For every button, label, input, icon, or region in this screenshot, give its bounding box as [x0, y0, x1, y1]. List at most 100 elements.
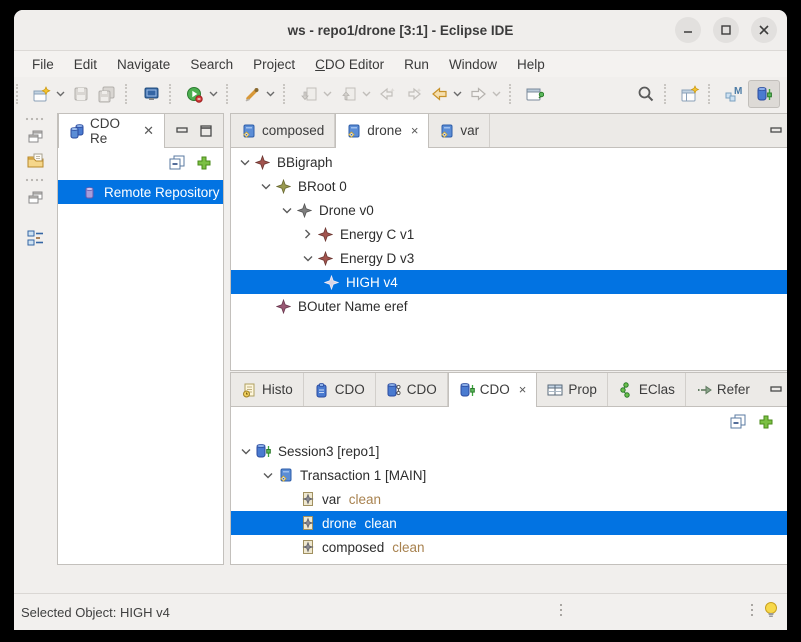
save-all-icon — [98, 86, 116, 103]
tree-item-drone[interactable]: drone clean — [231, 511, 787, 535]
chevron-right-icon[interactable] — [298, 229, 317, 239]
open-perspective-button[interactable] — [678, 82, 702, 106]
tab-composed[interactable]: composed — [231, 114, 335, 147]
forward-button[interactable] — [466, 82, 490, 106]
save-all-button[interactable] — [95, 82, 119, 106]
restore-view-icon[interactable] — [28, 191, 44, 205]
chevron-down-icon[interactable] — [277, 207, 296, 214]
collapse-all-button[interactable] — [168, 154, 186, 172]
resource-state: clean — [349, 492, 381, 507]
repository-icon — [81, 184, 98, 200]
chevron-down-icon[interactable] — [258, 472, 277, 479]
cdo-sessions-perspective-button[interactable] — [748, 80, 780, 108]
tab-var[interactable]: var — [429, 114, 490, 147]
tab-eclass[interactable]: EClas — [608, 373, 686, 406]
new-wizard-dropdown[interactable] — [55, 82, 66, 106]
editor-area: composed drone × var — [230, 113, 787, 371]
menu-project[interactable]: Project — [243, 54, 305, 75]
project-folder-icon[interactable] — [27, 153, 45, 169]
next-edit-location-button[interactable] — [401, 82, 425, 106]
title-bar[interactable]: ws - repo1/drone [3:1] - Eclipse IDE — [14, 10, 787, 51]
modeling-perspective-button[interactable]: M — [722, 82, 746, 106]
tab-cdo-sessions-view[interactable]: CDO × — [448, 373, 538, 407]
tree-item-session3[interactable]: Session3 [repo1] — [231, 439, 787, 463]
new-editor-window-button[interactable] — [523, 82, 547, 106]
repo-view-toolbar — [58, 148, 223, 178]
restore-view-icon[interactable] — [28, 130, 44, 144]
add-repository-button[interactable] — [195, 154, 213, 172]
console-button[interactable] — [139, 82, 163, 106]
tab-properties[interactable]: Prop — [537, 373, 608, 406]
tree-item-composed[interactable]: composed clean — [231, 535, 787, 559]
close-tab-icon[interactable]: × — [411, 123, 419, 138]
chevron-down-icon[interactable] — [236, 448, 255, 455]
chevron-down-icon[interactable] — [298, 255, 317, 262]
export-dropdown[interactable] — [361, 82, 372, 106]
import-dropdown[interactable] — [322, 82, 333, 106]
tree-item-energy-c[interactable]: Energy C v1 — [231, 222, 787, 246]
export-button[interactable] — [336, 82, 360, 106]
save-button[interactable] — [69, 82, 93, 106]
menu-edit[interactable]: Edit — [64, 54, 107, 75]
launch-dropdown[interactable] — [265, 82, 276, 106]
tree-item-energy-d[interactable]: Energy D v3 — [231, 246, 787, 270]
tree-item-remote-repository[interactable]: Remote Repository — [58, 180, 223, 204]
close-tab-icon[interactable]: × — [519, 382, 527, 397]
menu-cdo-editor[interactable]: CDO Editor — [305, 54, 394, 75]
new-wizard-button[interactable] — [30, 82, 54, 106]
chevron-down-icon[interactable] — [235, 159, 254, 166]
collapse-all-button[interactable] — [730, 413, 748, 431]
add-session-button[interactable] — [757, 413, 775, 431]
tab-cdo-branches-view[interactable]: CDO — [376, 373, 448, 406]
last-edit-location-button[interactable] — [375, 82, 399, 106]
tab-drone[interactable]: drone × — [335, 114, 429, 148]
workbench-area: CDO Re ✕ — [14, 111, 787, 593]
tree-item-var[interactable]: var clean — [231, 487, 787, 511]
menu-window[interactable]: Window — [439, 54, 507, 75]
tab-label: var — [460, 123, 479, 138]
tab-cdo-repositories[interactable]: CDO Re ✕ — [58, 114, 165, 148]
search-button[interactable] — [634, 82, 658, 106]
launch-button[interactable] — [240, 82, 264, 106]
tab-cdo-repositories-view[interactable]: CDO — [304, 373, 376, 406]
back-button[interactable] — [427, 82, 451, 106]
menu-help[interactable]: Help — [507, 54, 555, 75]
tree-item-high-v4[interactable]: HIGH v4 — [231, 270, 787, 294]
tree-item-transaction1[interactable]: Transaction 1 [MAIN] — [231, 463, 787, 487]
minimize-view-button[interactable] — [770, 383, 784, 397]
menu-search[interactable]: Search — [180, 54, 243, 75]
bottom-tabbar: Histo CDO CDO CDO × — [231, 373, 787, 407]
maximize-view-button[interactable] — [199, 124, 213, 138]
chevron-down-icon[interactable] — [256, 183, 275, 190]
minimize-editor-button[interactable] — [770, 124, 784, 138]
collapse-all-icon — [730, 414, 747, 430]
minimize-view-button[interactable] — [175, 124, 189, 138]
menu-navigate[interactable]: Navigate — [107, 54, 180, 75]
close-tab-icon[interactable]: ✕ — [143, 123, 154, 139]
tips-button[interactable] — [763, 600, 779, 625]
close-icon — [758, 24, 770, 36]
run-dropdown[interactable] — [208, 82, 219, 106]
import-button[interactable] — [297, 82, 321, 106]
menu-file[interactable]: File — [22, 54, 64, 75]
maximize-window-button[interactable] — [713, 17, 739, 43]
tree-item-broot[interactable]: BRoot 0 — [231, 174, 787, 198]
run-button[interactable] — [183, 82, 207, 106]
close-window-button[interactable] — [751, 17, 777, 43]
tree-item-drone-v0[interactable]: Drone v0 — [231, 198, 787, 222]
drag-handle-icon[interactable] — [25, 178, 47, 182]
drag-handle-icon[interactable] — [25, 117, 47, 121]
minimize-window-button[interactable] — [675, 17, 701, 43]
cdo-resource-node-icon — [299, 539, 316, 555]
tree-item-bouter[interactable]: BOuter Name eref — [231, 294, 787, 318]
new-window-pin-icon — [526, 86, 544, 103]
tab-history[interactable]: Histo — [231, 373, 304, 406]
tab-references[interactable]: Refer — [686, 373, 760, 406]
menu-run[interactable]: Run — [394, 54, 439, 75]
outline-view-icon[interactable] — [27, 230, 45, 247]
tree-item-bbigraph[interactable]: BBigraph — [231, 150, 787, 174]
menu-bar: File Edit Navigate Search Project CDO Ed… — [14, 51, 787, 77]
tab-label: Histo — [262, 382, 293, 397]
back-dropdown[interactable] — [452, 82, 463, 106]
forward-dropdown[interactable] — [491, 82, 502, 106]
